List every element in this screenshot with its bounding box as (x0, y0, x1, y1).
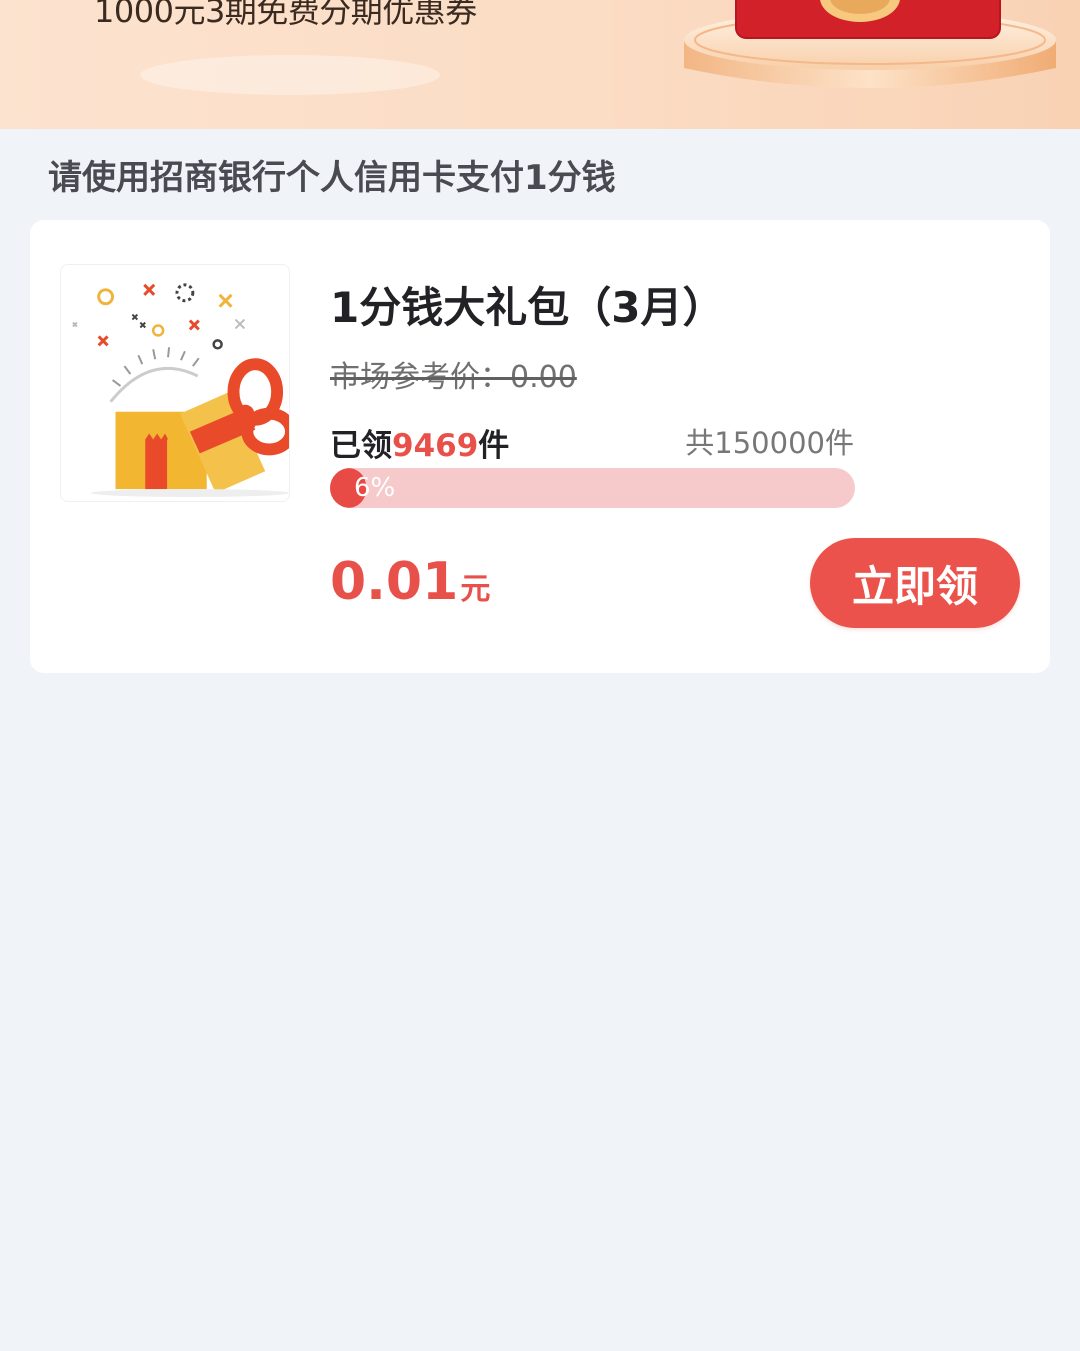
claimed-suffix: 件 (478, 428, 510, 464)
market-price: 市场参考价：0.00 (330, 360, 577, 395)
claimed-count: 9469 (392, 428, 479, 464)
price-amount: 0.01 (330, 552, 459, 612)
promo-banner[interactable]: 1000元3期免费分期优惠券 (0, 0, 1080, 129)
progress-percent: 6% (354, 473, 396, 503)
claimed-prefix: 已领 (330, 428, 392, 464)
banner-glow (140, 55, 440, 95)
price: 0.01元 (330, 552, 490, 612)
product-card[interactable]: 1分钱大礼包（3月） 市场参考价：0.00 已领9469件 共150000件 6… (30, 220, 1050, 673)
price-unit: 元 (460, 572, 491, 607)
product-name[interactable]: 1分钱大礼包（3月） (330, 274, 724, 335)
product-thumbnail (60, 264, 290, 502)
red-envelope-icon (684, 0, 1056, 88)
claimed-count-label: 已领9469件 (330, 420, 509, 465)
claim-now-button[interactable]: 立即领 (810, 538, 1020, 628)
section-title: 请使用招商银行个人信用卡支付1分钱 (48, 158, 616, 198)
banner-title: 1000元3期免费分期优惠券 (94, 0, 477, 30)
total-stock: 共150000件 (685, 426, 854, 460)
gift-box-icon (72, 283, 289, 497)
claim-progress-bar: 6% (330, 468, 855, 508)
page-root: 1000元3期免费分期优惠券 请使用招商银行个人信用卡支付1分钱 1分钱大礼包（… (0, 0, 1080, 1351)
